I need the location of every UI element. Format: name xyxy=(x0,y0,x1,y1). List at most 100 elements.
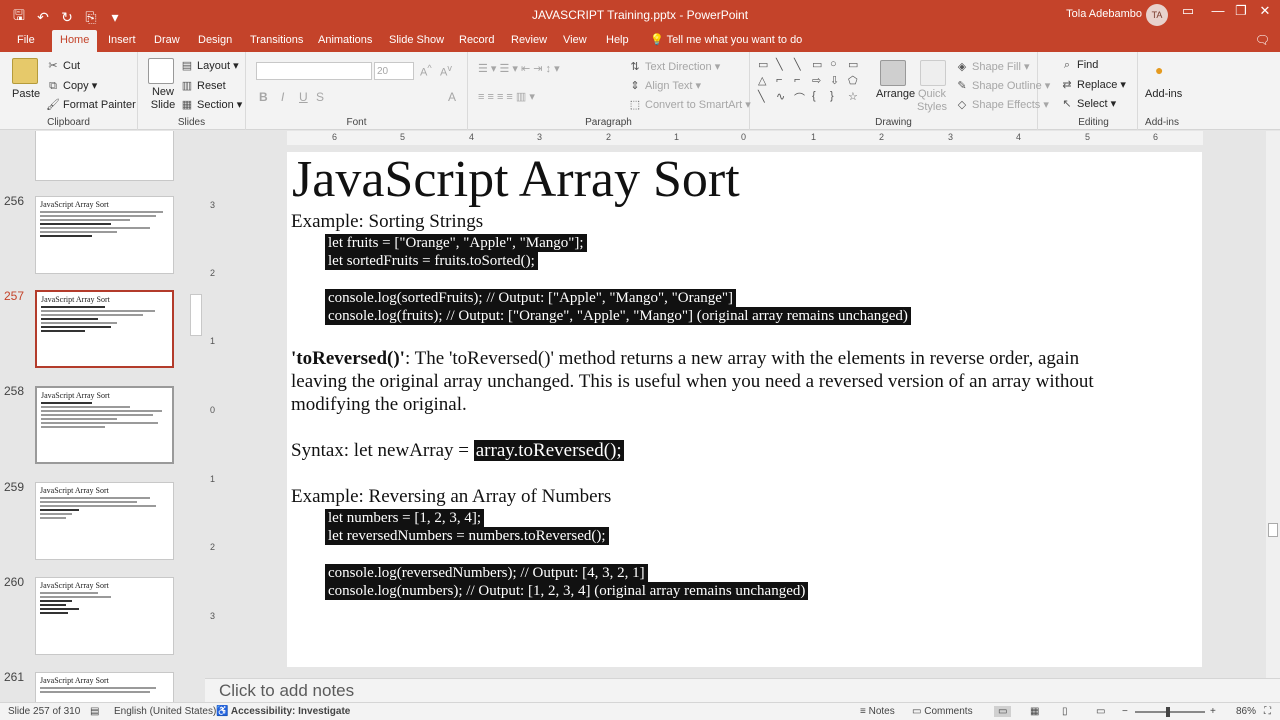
font-size-field[interactable]: 20 xyxy=(374,62,414,80)
reset-button[interactable]: ▥ Reset xyxy=(180,79,226,92)
tab-home[interactable]: Home xyxy=(52,30,98,52)
minimize-button[interactable]: — xyxy=(1206,3,1230,18)
new-slide-button[interactable]: New Slide xyxy=(146,86,180,112)
code-line[interactable]: console.log(numbers); // Output: [1, 2, … xyxy=(325,582,809,600)
spelling-icon[interactable]: ▤ xyxy=(90,706,99,717)
code-line[interactable]: console.log(sortedFruits); // Output: ["… xyxy=(325,289,737,307)
slide-title[interactable]: JavaScript Array Sort xyxy=(292,152,740,209)
decrease-font-icon[interactable]: Av xyxy=(440,63,452,79)
slide-canvas[interactable]: JavaScript Array Sort Example: Sorting S… xyxy=(287,152,1202,667)
tab-insert[interactable]: Insert xyxy=(108,34,136,46)
shapes-gallery[interactable]: ▭ ╲ ╲ ▭ ○ ▭ △ ⌐ ⌐ ⇨ ⇩ ⬠ ╲ ∿ ⌒{} ☆ xyxy=(758,58,862,108)
code-line[interactable]: console.log(fruits); // Output: ["Orange… xyxy=(325,307,911,325)
copy-button[interactable]: ⧉ Copy ▾ xyxy=(46,79,97,93)
addins-icon[interactable]: ● xyxy=(1155,62,1163,78)
tab-record[interactable]: Record xyxy=(459,34,494,46)
replace-button[interactable]: ⇄ Replace ▾ xyxy=(1060,78,1126,91)
align-text-button[interactable]: ⇕ Align Text ▾ xyxy=(628,79,701,92)
slide-thumbnail-selected[interactable]: JavaScript Array Sort xyxy=(35,290,174,368)
font-color-button[interactable]: A xyxy=(448,90,456,104)
slide-thumbnail[interactable]: JavaScript Array Sort xyxy=(35,577,174,655)
slide-thumbnail[interactable] xyxy=(35,131,174,181)
layout-button[interactable]: ▤ Layout ▾ xyxy=(180,59,239,72)
tab-draw[interactable]: Draw xyxy=(154,34,180,46)
bullets-icon[interactable]: ☰ ▾ ☰ ▾ ⇤ ⇥ ↕ ▾ xyxy=(478,62,560,75)
notes-pane[interactable]: Click to add notes xyxy=(205,678,1280,702)
addins-button[interactable]: Add-ins xyxy=(1145,88,1182,100)
slide-thumbnail[interactable]: JavaScript Array Sort xyxy=(35,386,174,464)
tab-transitions[interactable]: Transitions xyxy=(250,34,303,46)
user-name[interactable]: Tola Adebambo xyxy=(1066,8,1142,20)
slide-thumbnails-pane[interactable]: 256 JavaScript Array Sort 257 JavaScript… xyxy=(0,131,205,702)
bold-button[interactable]: B xyxy=(259,90,268,104)
normal-view-icon[interactable]: ▭ xyxy=(994,706,1012,717)
cut-button[interactable]: ✂ Cut xyxy=(46,59,80,72)
quick-styles-icon[interactable] xyxy=(920,60,946,86)
code-line[interactable]: console.log(reversedNumbers); // Output:… xyxy=(325,564,648,582)
close-button[interactable]: ✕ xyxy=(1253,3,1277,19)
find-button[interactable]: ⌕ Find xyxy=(1060,59,1099,72)
tell-me-search[interactable]: 💡 Tell me what you want to do xyxy=(650,33,802,46)
notes-placeholder[interactable]: Click to add notes xyxy=(219,681,354,701)
zoom-in-icon[interactable]: + xyxy=(1210,706,1216,717)
thumbnails-scrollbar-thumb[interactable] xyxy=(190,294,202,336)
code-line[interactable]: let reversedNumbers = numbers.toReversed… xyxy=(325,527,609,545)
zoom-level[interactable]: 86% xyxy=(1236,706,1256,717)
code-line[interactable]: let numbers = [1, 2, 3, 4]; xyxy=(325,509,485,527)
tab-slide-show[interactable]: Slide Show xyxy=(389,34,444,46)
avatar[interactable]: TA xyxy=(1146,4,1168,26)
tab-animations[interactable]: Animations xyxy=(318,34,372,46)
tab-review[interactable]: Review xyxy=(511,34,547,46)
italic-button[interactable]: I xyxy=(281,90,284,104)
shape-effects-button[interactable]: ◇ Shape Effects ▾ xyxy=(955,98,1049,111)
example-heading[interactable]: Example: Reversing an Array of Numbers xyxy=(291,486,611,508)
language[interactable]: English (United States) xyxy=(114,706,216,717)
fit-to-window-icon[interactable]: ⛶ xyxy=(1264,706,1271,717)
comments-button[interactable]: ▭ Comments xyxy=(912,706,973,717)
arrange-button[interactable]: Arrange xyxy=(876,88,915,100)
reading-view-icon[interactable]: ▯ xyxy=(1062,706,1068,717)
quick-styles-button[interactable]: Quick Styles xyxy=(915,88,949,114)
paste-button[interactable]: Paste xyxy=(12,88,40,100)
syntax-line[interactable]: Syntax: let newArray = array.toReversed(… xyxy=(291,440,624,462)
restore-button[interactable]: ❐ xyxy=(1229,3,1253,19)
paste-icon[interactable] xyxy=(12,58,38,84)
tab-design[interactable]: Design xyxy=(198,34,232,46)
align-icons[interactable]: ≡ ≡ ≡ ≡ ▥ ▾ xyxy=(478,90,535,103)
code-line[interactable]: let sortedFruits = fruits.toSorted(); xyxy=(325,252,538,270)
smartart-button[interactable]: ⬚ Convert to SmartArt ▾ xyxy=(628,98,751,111)
paragraph-line[interactable]: leaving the original array unchanged. Th… xyxy=(291,371,1094,393)
zoom-out-icon[interactable]: − xyxy=(1122,706,1128,717)
slide-thumbnail[interactable]: JavaScript Array Sort xyxy=(35,196,174,274)
format-painter-button[interactable]: 🖌 Format Painter xyxy=(46,98,136,111)
new-slide-icon[interactable] xyxy=(148,58,174,84)
zoom-slider-thumb[interactable] xyxy=(1166,707,1170,717)
paragraph-line[interactable]: 'toReversed()': The 'toReversed()' metho… xyxy=(291,348,1079,370)
ribbon-display-options-icon[interactable]: ▭ xyxy=(1176,3,1200,19)
arrange-icon[interactable] xyxy=(880,60,906,86)
paragraph-line[interactable]: modifying the original. xyxy=(291,394,467,416)
vertical-scrollbar[interactable] xyxy=(1266,131,1280,702)
shape-fill-button[interactable]: ◈ Shape Fill ▾ xyxy=(955,60,1030,73)
shape-outline-button[interactable]: ✎ Shape Outline ▾ xyxy=(955,79,1050,92)
tab-view[interactable]: View xyxy=(563,34,587,46)
increase-font-icon[interactable]: A^ xyxy=(420,63,432,79)
slide-thumbnail[interactable]: JavaScript Array Sort xyxy=(35,672,174,702)
slideshow-icon[interactable]: ▭ xyxy=(1096,706,1105,717)
select-button[interactable]: ↖ Select ▾ xyxy=(1060,97,1116,110)
notes-button[interactable]: ≡ Notes xyxy=(860,706,895,717)
example-heading[interactable]: Example: Sorting Strings xyxy=(291,211,483,233)
comments-icon[interactable]: 🗨 xyxy=(1255,33,1270,47)
scrollbar-thumb[interactable] xyxy=(1268,523,1278,537)
underline-button[interactable]: U xyxy=(299,90,308,104)
shadow-button[interactable]: S xyxy=(316,90,324,104)
text-direction-button[interactable]: ⇅ Text Direction ▾ xyxy=(628,60,720,73)
code-line[interactable]: let fruits = ["Orange", "Apple", "Mango"… xyxy=(325,234,587,252)
zoom-slider[interactable] xyxy=(1135,711,1205,713)
tab-file[interactable]: File xyxy=(17,34,35,46)
section-button[interactable]: ▦ Section ▾ xyxy=(180,98,242,111)
tab-help[interactable]: Help xyxy=(606,34,629,46)
slide-sorter-icon[interactable]: ▦ xyxy=(1030,706,1039,717)
slide-thumbnail[interactable]: JavaScript Array Sort xyxy=(35,482,174,560)
accessibility-status[interactable]: ♿ Accessibility: Investigate xyxy=(216,706,350,717)
